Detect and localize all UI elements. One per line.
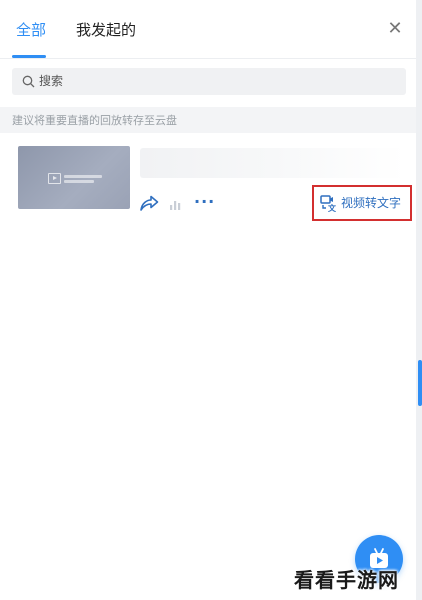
video-to-text-button[interactable]: 文 视频转文字 <box>312 185 412 221</box>
edge-accent <box>418 360 422 406</box>
watermark-text: 看看手游网 <box>294 568 399 592</box>
live-replay-panel: 全部 我发起的 ✕ 搜索 建议将重要直播的回放转存至云盘 ··· 文 视频转文字 <box>0 0 417 600</box>
header-divider <box>0 58 416 59</box>
thumbnail-caption <box>64 175 102 185</box>
close-icon[interactable]: ✕ <box>384 18 406 40</box>
blurred-title <box>140 148 406 178</box>
video-to-text-icon: 文 <box>320 195 337 212</box>
more-icon[interactable]: ··· <box>194 194 215 210</box>
search-placeholder: 搜索 <box>39 74 64 88</box>
search-input[interactable]: 搜索 <box>12 68 406 95</box>
tab-bar: 全部 我发起的 ✕ <box>0 0 416 58</box>
video-thumbnail[interactable] <box>18 146 130 209</box>
svg-text:文: 文 <box>328 203 337 212</box>
tip-bar: 建议将重要直播的回放转存至云盘 <box>0 107 416 133</box>
play-icon <box>48 173 61 184</box>
tab-mine[interactable]: 我发起的 <box>76 20 136 40</box>
tip-text: 建议将重要直播的回放转存至云盘 <box>12 114 177 127</box>
tab-all[interactable]: 全部 <box>16 20 46 40</box>
window-edge <box>416 0 422 600</box>
video-to-text-label: 视频转文字 <box>341 196 402 210</box>
search-icon <box>22 75 35 88</box>
bar-chart-icon[interactable] <box>169 197 183 211</box>
share-icon[interactable] <box>139 193 159 213</box>
